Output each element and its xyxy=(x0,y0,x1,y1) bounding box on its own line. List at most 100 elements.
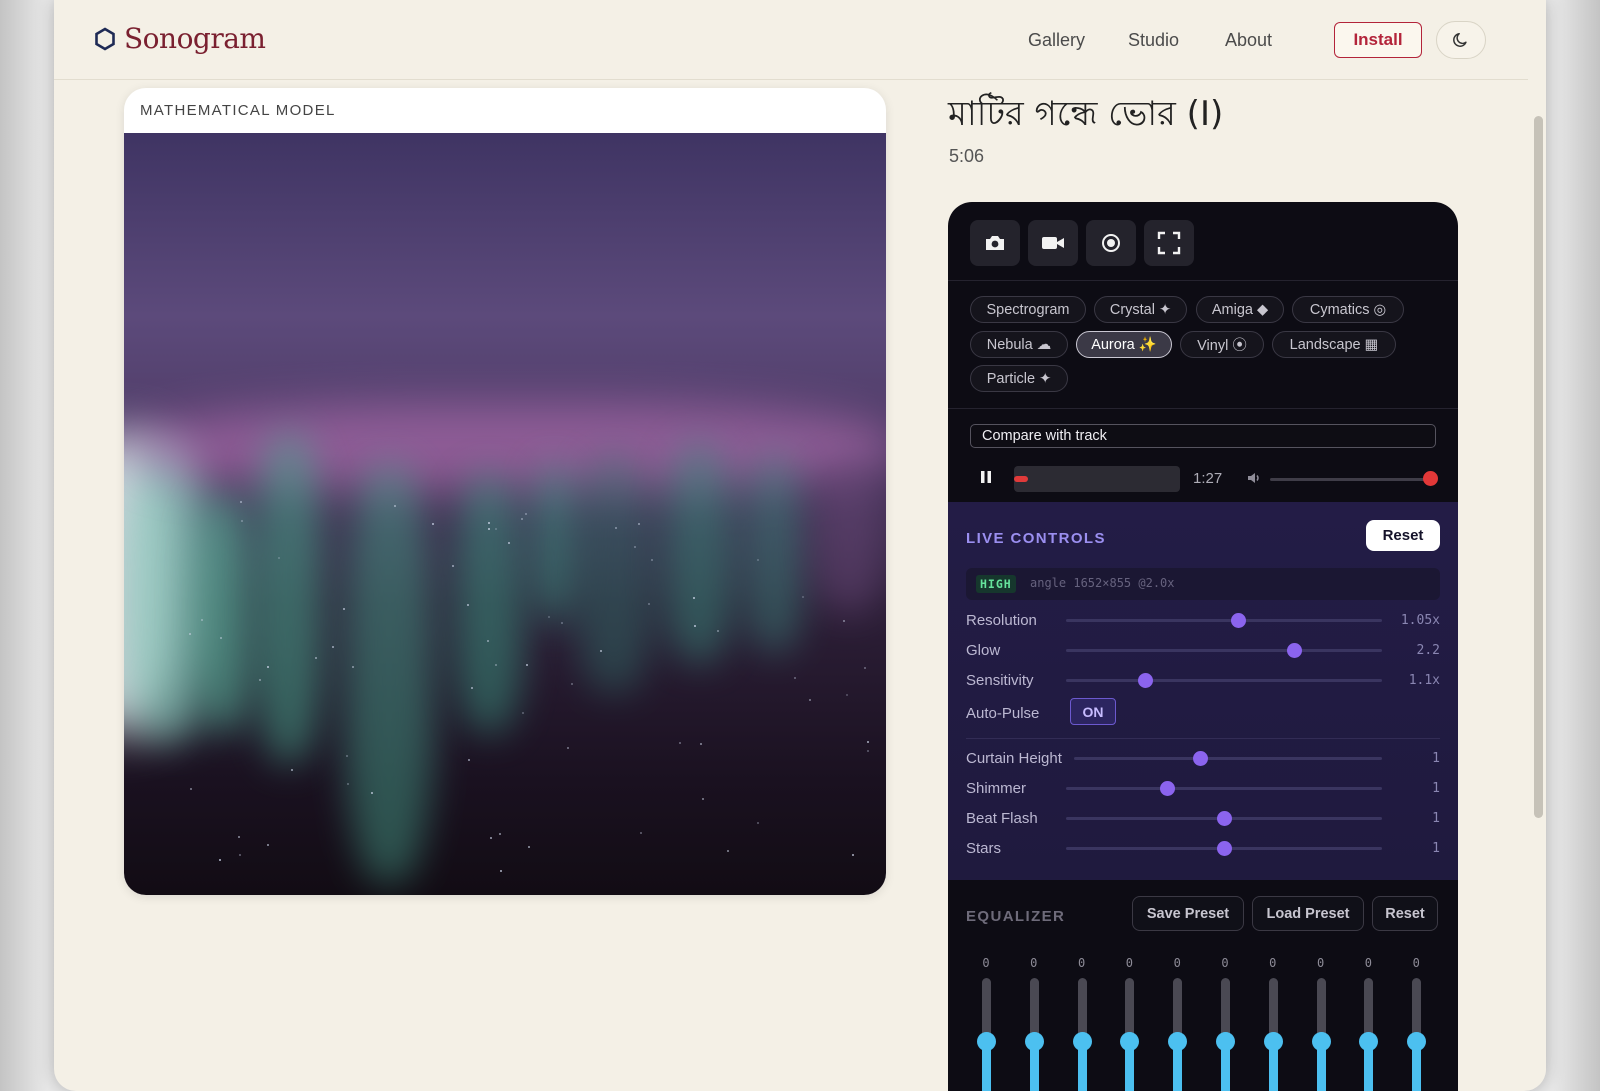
aurora-star xyxy=(241,519,244,522)
screenshot-button[interactable] xyxy=(970,220,1020,266)
eq-band-fill xyxy=(1364,1046,1374,1091)
shimmer-label: Shimmer xyxy=(966,780,1027,797)
eq-band-value: 0 xyxy=(982,956,990,970)
compare-with-track-select[interactable]: Compare with track xyxy=(970,424,1436,448)
aurora-star xyxy=(490,837,493,840)
auto-pulse-toggle[interactable]: ON xyxy=(1070,698,1116,725)
shimmer-slider[interactable] xyxy=(1066,787,1382,790)
stars-value: 1 xyxy=(1432,841,1440,856)
eq-band-fill xyxy=(1173,1046,1183,1091)
live-controls-reset-button[interactable]: Reset xyxy=(1366,520,1440,551)
auto-pulse-label: Auto-Pulse xyxy=(966,705,1040,722)
eq-band-knob[interactable] xyxy=(1311,1032,1331,1051)
playback-progress-bar[interactable] xyxy=(1014,466,1180,492)
glow-slider-knob[interactable] xyxy=(1286,643,1302,658)
aurora-star xyxy=(867,740,870,743)
equalizer-reset-button[interactable]: Reset xyxy=(1372,896,1438,931)
glow-label: Glow xyxy=(966,642,1001,659)
record-button[interactable] xyxy=(1086,220,1136,266)
logo[interactable]: Sonogram xyxy=(94,22,266,55)
mode-chip-cymatics[interactable]: Cymatics ◎ xyxy=(1292,296,1404,323)
logo-text: Sonogram xyxy=(124,22,266,55)
beat-flash-slider-knob[interactable] xyxy=(1217,811,1232,826)
eq-band-value: 0 xyxy=(1173,956,1181,970)
volume-slider-knob[interactable] xyxy=(1423,471,1438,486)
scrollbar-thumb[interactable] xyxy=(1534,116,1543,818)
mode-chip-spectrogram[interactable]: Spectrogram xyxy=(970,296,1086,323)
browser-window: Sonogram Gallery Studio About Install MA… xyxy=(54,0,1546,1091)
nav-studio[interactable]: Studio xyxy=(1128,30,1179,51)
aurora-star xyxy=(843,619,846,622)
mode-chip-particle[interactable]: Particle ✦ xyxy=(970,365,1068,392)
curtain-height-slider[interactable] xyxy=(1074,757,1382,760)
record-circle-icon xyxy=(1102,234,1120,252)
eq-band-fill xyxy=(1412,1046,1422,1091)
video-camera-icon xyxy=(1042,237,1064,249)
eq-band-fill xyxy=(1268,1046,1278,1091)
track-duration: 5:06 xyxy=(949,146,985,166)
live-controls-title: LIVE CONTROLS xyxy=(966,530,1106,547)
eq-band-knob[interactable] xyxy=(1263,1032,1283,1051)
load-preset-button[interactable]: Load Preset xyxy=(1252,896,1364,931)
quality-indicator: HIGH angle 1652×855 @2.0x xyxy=(966,568,1440,600)
aurora-star xyxy=(637,522,640,525)
eq-band-fill xyxy=(1221,1046,1230,1091)
visualization-card: MATHEMATICAL MODEL xyxy=(124,88,886,895)
record-video-button[interactable] xyxy=(1028,220,1078,266)
mode-chip-crystal[interactable]: Crystal ✦ xyxy=(1094,296,1187,323)
aurora-star xyxy=(498,833,501,836)
stars-slider-knob[interactable] xyxy=(1217,841,1232,856)
eq-band-knob[interactable] xyxy=(1072,1032,1092,1051)
install-button[interactable]: Install xyxy=(1334,22,1422,58)
shimmer-value: 1 xyxy=(1432,781,1440,796)
site-header: Sonogram Gallery Studio About Install xyxy=(54,0,1528,80)
fullscreen-button[interactable] xyxy=(1144,220,1194,266)
aurora-star xyxy=(809,698,812,701)
mode-chip-landscape[interactable]: Landscape ▦ xyxy=(1272,331,1396,358)
nav-about[interactable]: About xyxy=(1225,30,1272,51)
eq-band-knob[interactable] xyxy=(1407,1032,1427,1051)
speaker-icon[interactable] xyxy=(1246,470,1262,486)
glow-slider[interactable] xyxy=(1066,649,1382,652)
volume-slider[interactable] xyxy=(1270,478,1430,481)
mode-chip-nebula[interactable]: Nebula ☁ xyxy=(970,331,1068,358)
equalizer-title: EQUALIZER xyxy=(966,908,1066,925)
pause-icon[interactable] xyxy=(980,470,992,484)
player-panel: Spectrogram Crystal ✦ Amiga ◆ Cymatics ◎… xyxy=(948,202,1458,1091)
eq-band-knob[interactable] xyxy=(977,1032,996,1051)
eq-band-knob[interactable] xyxy=(1168,1032,1188,1051)
curtain-height-slider-knob[interactable] xyxy=(1193,751,1209,766)
eq-band-fill xyxy=(1029,1046,1039,1091)
sensitivity-slider-knob[interactable] xyxy=(1138,673,1153,688)
live-controls-section: LIVE CONTROLS Reset HIGH angle 1652×855 … xyxy=(948,502,1458,880)
shimmer-slider-knob[interactable] xyxy=(1160,781,1176,796)
visualization-label: MATHEMATICAL MODEL xyxy=(140,102,336,119)
aurora-star xyxy=(802,596,805,599)
mode-chip-aurora[interactable]: Aurora ✨ xyxy=(1076,331,1172,358)
eq-band-knob[interactable] xyxy=(1120,1032,1140,1051)
resolution-slider[interactable] xyxy=(1066,619,1382,622)
camera-icon xyxy=(986,236,1004,250)
aurora-star xyxy=(566,747,569,750)
theme-toggle-button[interactable] xyxy=(1436,21,1486,59)
aurora-star xyxy=(528,846,531,849)
aurora-visualization-canvas[interactable] xyxy=(124,133,886,895)
mode-chip-amiga[interactable]: Amiga ◆ xyxy=(1196,296,1284,323)
aurora-star xyxy=(727,849,730,852)
live-controls-divider xyxy=(966,738,1440,739)
eq-band-knob[interactable] xyxy=(1359,1032,1379,1051)
sensitivity-slider[interactable] xyxy=(1066,679,1382,682)
aurora-star xyxy=(757,558,760,561)
save-preset-button[interactable]: Save Preset xyxy=(1132,896,1244,931)
toolbar xyxy=(970,220,1194,266)
aurora-star xyxy=(757,821,760,824)
quality-details: angle 1652×855 @2.0x xyxy=(1030,576,1175,590)
nav-gallery[interactable]: Gallery xyxy=(1028,30,1085,51)
resolution-slider-knob[interactable] xyxy=(1231,613,1247,628)
eq-band-knob[interactable] xyxy=(1024,1032,1044,1051)
aurora-star xyxy=(647,602,650,605)
beat-flash-value: 1 xyxy=(1432,811,1440,826)
mode-chip-vinyl[interactable]: Vinyl ⦿ xyxy=(1180,331,1264,358)
aurora-star xyxy=(393,504,396,507)
eq-band-knob[interactable] xyxy=(1216,1032,1235,1051)
